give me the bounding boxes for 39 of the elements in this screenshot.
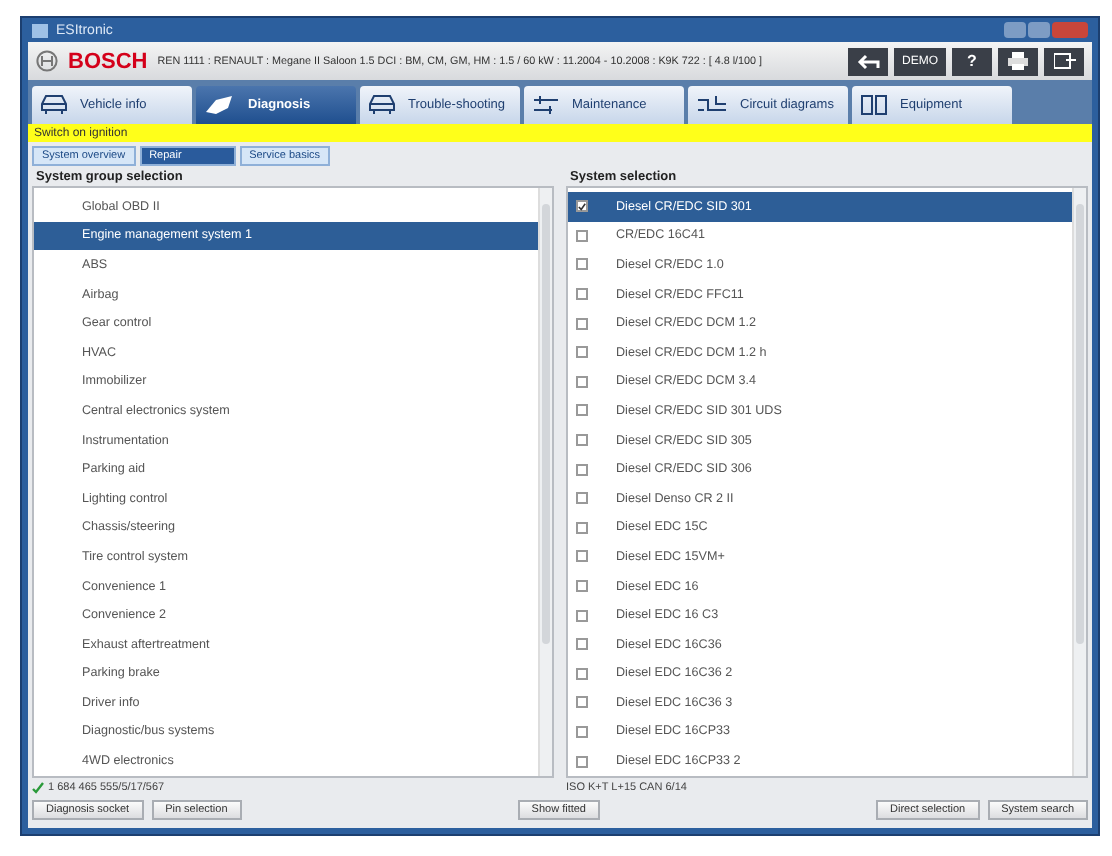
checkbox[interactable] bbox=[576, 317, 588, 330]
checkbox[interactable] bbox=[576, 434, 588, 447]
exit-icon bbox=[1053, 52, 1075, 70]
checkbox[interactable] bbox=[576, 404, 588, 417]
scrollbar[interactable] bbox=[538, 188, 552, 776]
checkbox[interactable] bbox=[576, 580, 588, 593]
checkbox[interactable] bbox=[576, 638, 588, 651]
checkbox[interactable] bbox=[576, 346, 588, 359]
car-icon bbox=[40, 94, 68, 116]
checkbox[interactable] bbox=[576, 755, 588, 768]
checkbox[interactable] bbox=[576, 229, 588, 242]
checkbox[interactable] bbox=[576, 258, 588, 271]
print-button[interactable] bbox=[998, 47, 1038, 75]
exit-button[interactable] bbox=[1044, 47, 1084, 75]
scrollbar[interactable] bbox=[1072, 188, 1086, 776]
bosch-logo-icon bbox=[36, 50, 58, 72]
minimize-button[interactable] bbox=[1004, 22, 1026, 38]
checkbox[interactable] bbox=[576, 463, 588, 476]
app-icon bbox=[32, 23, 48, 37]
checkbox[interactable] bbox=[576, 200, 588, 213]
checkbox[interactable] bbox=[576, 375, 588, 388]
checkbox[interactable] bbox=[576, 696, 588, 709]
checkbox[interactable] bbox=[576, 288, 588, 301]
printer-icon bbox=[1008, 52, 1028, 70]
checkbox[interactable] bbox=[576, 725, 588, 738]
checkbox[interactable] bbox=[576, 492, 588, 505]
brand-name: BOSCH bbox=[68, 49, 148, 73]
car-icon bbox=[368, 94, 396, 116]
checkmark-icon bbox=[32, 781, 44, 793]
back-button[interactable] bbox=[848, 47, 888, 75]
help-button[interactable]: ? bbox=[952, 47, 992, 75]
undo-arrow-icon bbox=[856, 53, 880, 69]
checkbox[interactable] bbox=[576, 550, 588, 563]
book-icon bbox=[860, 94, 888, 116]
checkbox[interactable] bbox=[576, 521, 588, 534]
checkbox[interactable] bbox=[576, 667, 588, 680]
circuit-icon bbox=[696, 94, 728, 116]
checkbox[interactable] bbox=[576, 609, 588, 622]
maximize-button[interactable] bbox=[1028, 22, 1050, 38]
